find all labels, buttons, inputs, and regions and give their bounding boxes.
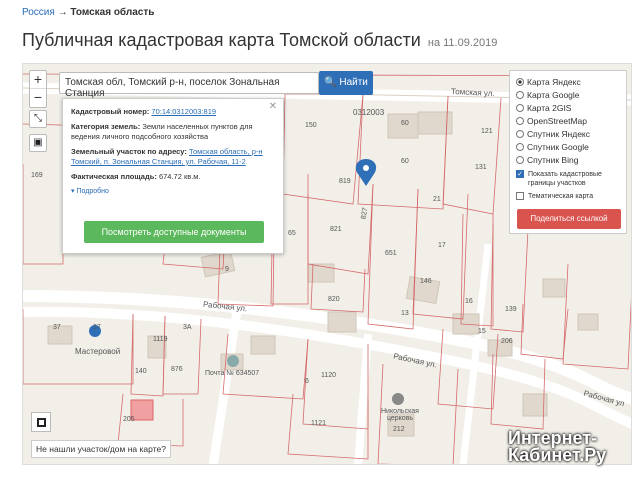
fullscreen-icon	[37, 418, 46, 427]
zoom-control: + −	[29, 70, 47, 108]
parcel-number: 150	[305, 122, 317, 129]
cadastral-map[interactable]: + − ⤡ ▣ Томская обл, Томский р-н, посело…	[22, 63, 632, 465]
parcel-number: 1121	[311, 420, 327, 427]
layer-option-google-map[interactable]: Карта Google	[516, 88, 620, 101]
checkbox-icon	[516, 192, 524, 200]
fullscreen-button[interactable]	[31, 412, 51, 432]
parcel-number: 205	[123, 416, 135, 423]
parcel-number: 17	[438, 242, 446, 249]
show-boundaries-label: Показать кадастровые границы участков	[528, 171, 602, 187]
thematic-map-label: Тематическая карта	[528, 193, 594, 200]
block-label: 0312003	[353, 108, 385, 117]
parcel-number: 121	[481, 128, 493, 135]
breadcrumb-current: Томская область	[70, 7, 155, 18]
radio-icon	[516, 129, 524, 138]
parcel-number: 16	[465, 298, 473, 305]
breadcrumb-root-link[interactable]: Россия	[22, 7, 55, 18]
check-icon: ✓	[516, 170, 524, 178]
close-icon[interactable]: ✕	[269, 102, 277, 112]
parcel-number: 206	[501, 338, 513, 345]
layer-option-bing-satellite[interactable]: Спутник Bing	[516, 153, 620, 166]
address-label: Земельный участок по адресу:	[71, 147, 187, 156]
breadcrumb-separator: →	[57, 7, 68, 18]
parcel-number: 146	[420, 278, 432, 285]
parcel-number: 651	[385, 250, 397, 257]
search-button-label: Найти	[339, 77, 368, 88]
area-label: Фактическая площадь:	[71, 172, 157, 181]
view-documents-button[interactable]: Посмотреть доступные документы	[84, 221, 264, 243]
radio-icon	[516, 142, 524, 151]
layer-option-yandex-map[interactable]: Карта Яндекс	[516, 75, 620, 88]
breadcrumb: Россия → Томская область	[22, 7, 154, 18]
more-details-link[interactable]: ▾ Подробно	[71, 187, 275, 197]
map-layers-panel: Карта Яндекс Карта Google Карта 2GIS Ope…	[509, 70, 627, 234]
parcel-number: 169	[31, 172, 43, 179]
search-button[interactable]: 🔍 Найти	[319, 71, 373, 95]
parcel-number: 21	[433, 196, 441, 203]
poi-label: Почта № 634507	[205, 370, 260, 377]
more-details-label: Подробно	[76, 188, 109, 195]
parcel-number: 1120	[321, 372, 337, 379]
parcel-number: 820	[328, 296, 340, 303]
parcel-number: 60	[401, 120, 409, 127]
parcel-number: 139	[505, 306, 517, 313]
zoom-out-button[interactable]: −	[30, 89, 46, 107]
parcel-number: 131	[475, 164, 487, 171]
parcel-info-popup: ✕ Кадастровый номер: 70:14:0312003:819 К…	[62, 98, 284, 254]
poi-label: Никольская церковь	[381, 408, 419, 422]
parcel-number: 37	[93, 324, 101, 331]
radio-icon	[516, 103, 524, 112]
radio-icon	[516, 155, 524, 164]
print-icon[interactable]: ▣	[29, 134, 47, 152]
parcel-number: 3А	[183, 324, 192, 331]
layer-option-label: OpenStreetMap	[527, 115, 588, 126]
parcel-number: 65	[288, 230, 296, 237]
cadastral-number-label: Кадастровый номер:	[71, 107, 150, 116]
radio-icon	[516, 77, 524, 86]
radio-icon	[516, 116, 524, 125]
layer-option-google-satellite[interactable]: Спутник Google	[516, 140, 620, 153]
layer-option-label: Спутник Bing	[527, 154, 579, 165]
layer-option-label: Спутник Яндекс	[527, 128, 590, 139]
layer-option-osm[interactable]: OpenStreetMap	[516, 114, 620, 127]
page-title-date: на 11.09.2019	[427, 37, 498, 49]
parcel-number: 876	[171, 366, 183, 373]
parcel-number: 13	[401, 310, 409, 317]
watermark: Интернет- Кабинет.Ру	[508, 429, 607, 465]
address-search-input[interactable]: Томская обл, Томский р-н, поселок Зональ…	[59, 72, 319, 99]
parcel-number: 1119	[153, 336, 168, 343]
search-icon: 🔍	[324, 77, 337, 88]
page-title: Публичная кадастровая карта Томской обла…	[22, 30, 497, 51]
layer-option-label: Карта Google	[527, 89, 580, 100]
parcel-number: 9	[225, 266, 229, 273]
area-value: 674.72 кв.м.	[158, 172, 201, 181]
zoom-in-button[interactable]: +	[30, 71, 46, 89]
parcel-number: 821	[330, 226, 342, 233]
watermark-line: Кабинет.Ру	[508, 445, 607, 465]
land-category-label: Категория земель:	[71, 122, 141, 131]
not-found-button[interactable]: Не нашли участок/дом на карте?	[31, 440, 171, 458]
poi-label: Мастеровой	[75, 347, 121, 356]
parcel-number: 6	[305, 378, 309, 385]
parcel-number: 60	[401, 158, 409, 165]
parcel-number: 140	[135, 368, 147, 375]
layer-option-yandex-satellite[interactable]: Спутник Яндекс	[516, 127, 620, 140]
share-link-button[interactable]: Поделиться ссылкой	[517, 209, 621, 229]
parcel-number: 819	[339, 178, 351, 185]
layer-option-label: Спутник Google	[527, 141, 589, 152]
thematic-map-checkbox[interactable]: Тематическая карта	[516, 192, 620, 201]
layer-option-2gis-map[interactable]: Карта 2GIS	[516, 101, 620, 114]
layer-option-label: Карта 2GIS	[527, 102, 572, 113]
layer-option-label: Карта Яндекс	[527, 76, 581, 87]
page-title-text: Публичная кадастровая карта Томской обла…	[22, 30, 421, 50]
show-boundaries-checkbox[interactable]: ✓ Показать кадастровые границы участков	[516, 170, 620, 188]
cadastral-number-link[interactable]: 70:14:0312003:819	[151, 107, 216, 116]
parcel-number: 212	[393, 426, 405, 433]
parcel-number: 15	[478, 328, 486, 335]
parcel-number: 37	[53, 324, 61, 331]
radio-icon	[516, 90, 524, 99]
ruler-icon[interactable]: ⤡	[29, 110, 47, 128]
